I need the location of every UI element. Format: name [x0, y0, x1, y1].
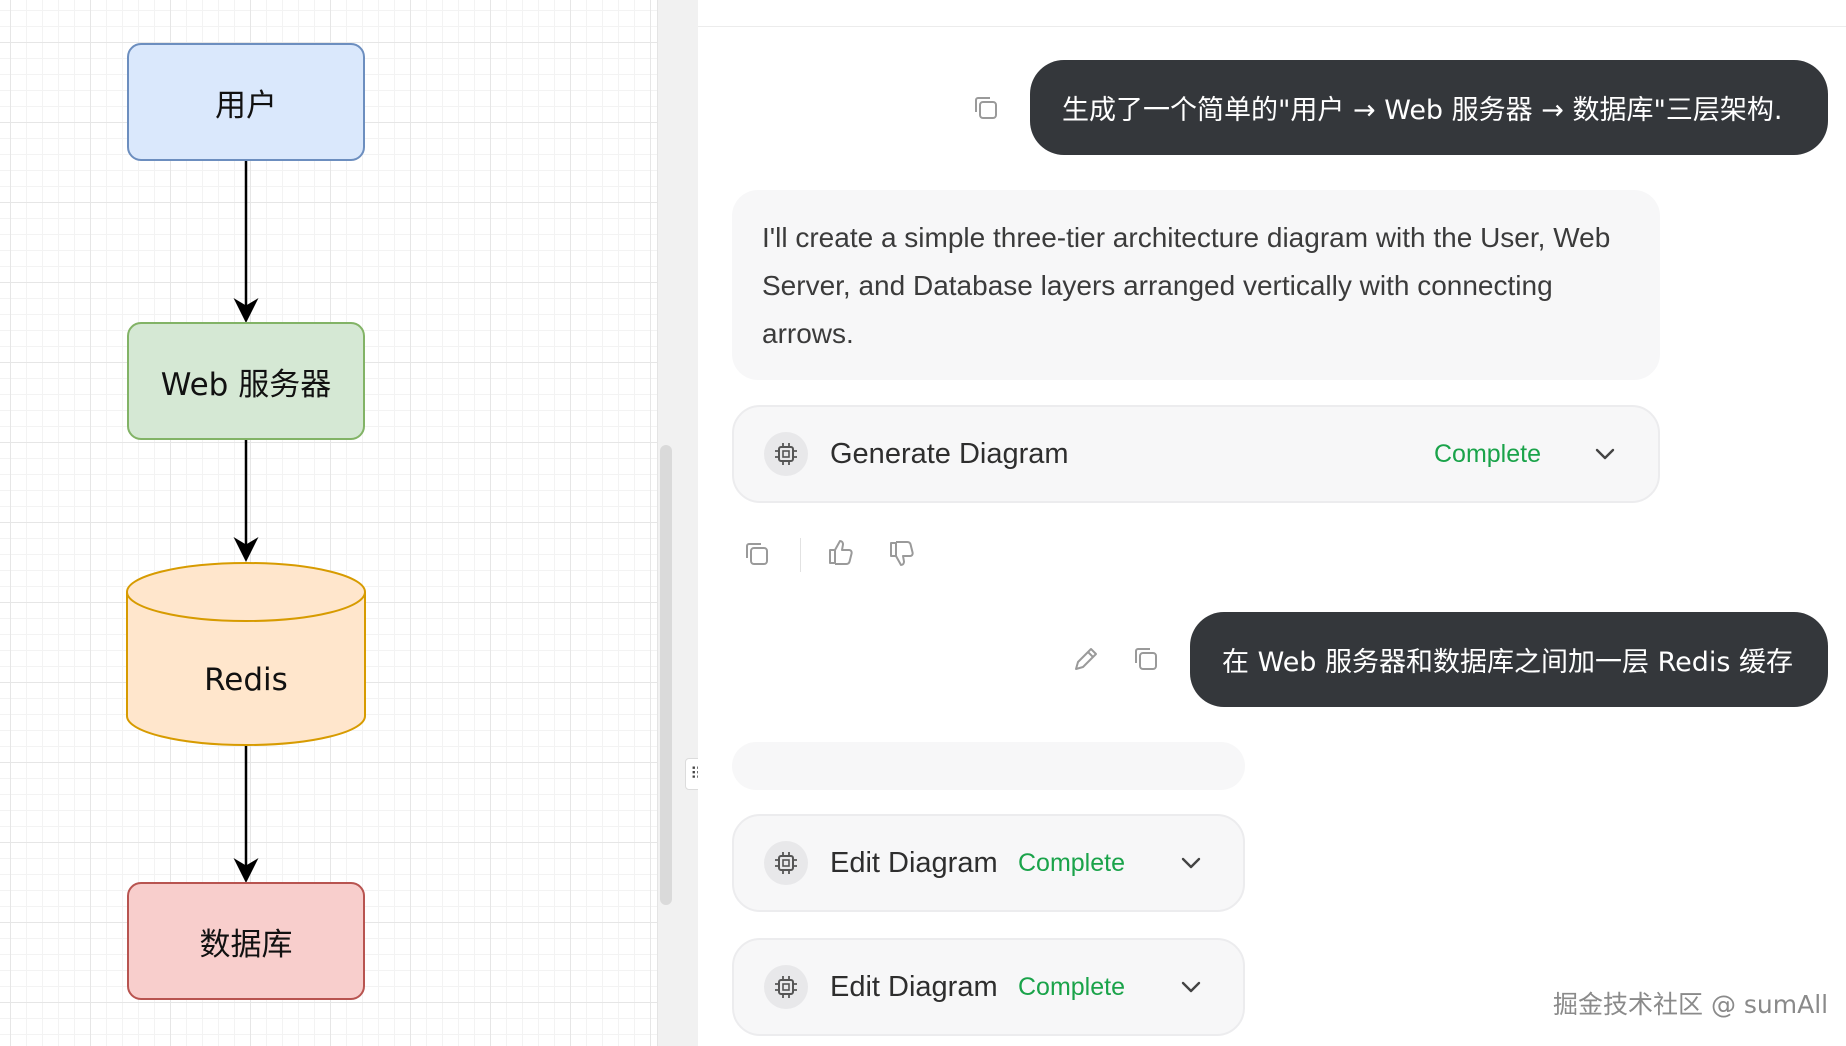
diagram-canvas[interactable]: 用户 Web 服务器 Redis 数据库: [0, 0, 657, 1046]
copy-icon[interactable]: [1130, 643, 1162, 675]
tool-call-edit-diagram[interactable]: Edit Diagram Complete: [732, 938, 1245, 1036]
cpu-chip-icon: [764, 841, 808, 885]
user-message-text: 在 Web 服务器和数据库之间加一层 Redis 缓存: [1222, 647, 1794, 678]
copy-icon[interactable]: [970, 92, 1002, 124]
chat-header-divider: [698, 26, 1846, 27]
tool-status: Complete: [1434, 439, 1541, 468]
node-label-redis: Redis: [204, 662, 288, 698]
assistant-message: I'll create a simple three-tier architec…: [732, 190, 1660, 380]
chevron-down-icon[interactable]: [1178, 974, 1204, 1000]
chevron-down-icon[interactable]: [1592, 441, 1618, 467]
action-separator: [800, 538, 801, 572]
pencil-icon[interactable]: [1070, 643, 1102, 675]
canvas-scrollbar[interactable]: [660, 445, 672, 905]
tool-label: Edit Diagram: [830, 846, 998, 879]
tool-label: Edit Diagram: [830, 970, 998, 1003]
thumbs-down-icon[interactable]: [886, 538, 918, 570]
diagram-node-user[interactable]: 用户: [127, 43, 365, 161]
node-label-db: 数据库: [199, 926, 293, 963]
tool-status: Complete: [1018, 848, 1125, 877]
thumbs-up-icon[interactable]: [825, 536, 857, 568]
user-message: 在 Web 服务器和数据库之间加一层 Redis 缓存: [1190, 612, 1828, 707]
assistant-message-text: I'll create a simple three-tier architec…: [762, 222, 1611, 349]
diagram-node-web-server[interactable]: Web 服务器: [127, 322, 365, 440]
watermark: 掘金技术社区 @ sumAll: [1553, 990, 1829, 1019]
user-message-text: 生成了一个简单的"用户 → Web 服务器 → 数据库"三层架构.: [1062, 95, 1783, 126]
node-label-web: Web 服务器: [160, 366, 332, 403]
user-message: 生成了一个简单的"用户 → Web 服务器 → 数据库"三层架构.: [1030, 60, 1828, 155]
copy-icon[interactable]: [741, 538, 773, 570]
tool-label: Generate Diagram: [830, 437, 1069, 470]
tool-call-edit-diagram[interactable]: Edit Diagram Complete: [732, 814, 1245, 912]
node-label-user: 用户: [215, 87, 277, 124]
cpu-chip-icon: [764, 432, 808, 476]
diagram-node-database[interactable]: 数据库: [127, 882, 365, 1000]
cpu-chip-icon: [764, 965, 808, 1009]
chevron-down-icon[interactable]: [1178, 850, 1204, 876]
tool-status: Complete: [1018, 972, 1125, 1001]
assistant-message-placeholder: [732, 742, 1245, 790]
tool-call-generate-diagram[interactable]: Generate Diagram Complete: [732, 405, 1660, 503]
